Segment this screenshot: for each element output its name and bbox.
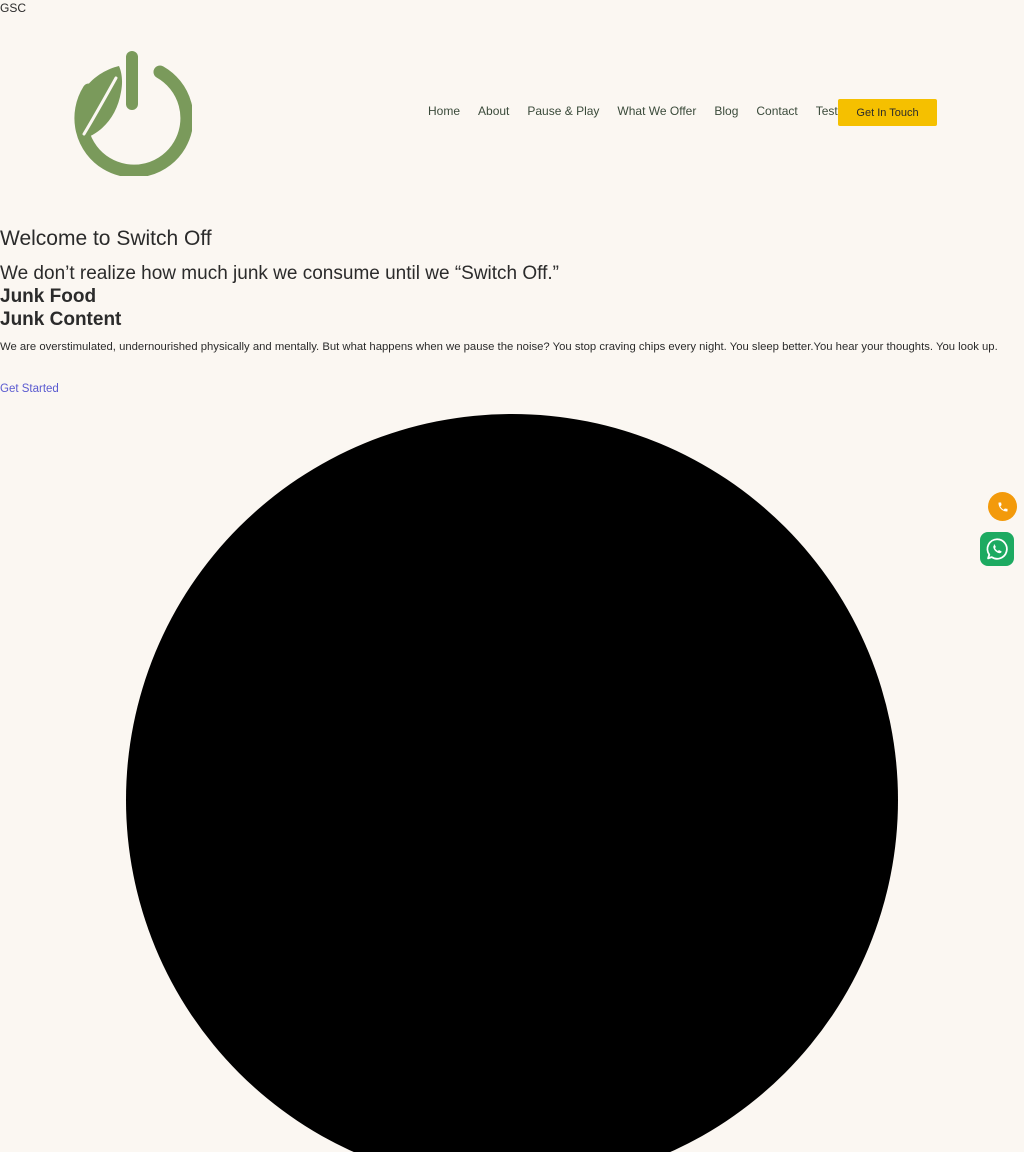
nav-home[interactable]: Home <box>428 104 460 118</box>
nav-what-we-offer[interactable]: What We Offer <box>617 104 696 118</box>
phone-icon <box>998 502 1007 511</box>
hero-subtitle: We don’t realize how much junk we consum… <box>0 263 559 284</box>
get-in-touch-button[interactable]: Get In Touch <box>838 99 937 126</box>
power-leaf-icon[interactable] <box>72 48 192 176</box>
nav-about[interactable]: About <box>478 104 509 118</box>
hero-title: Welcome to Switch Off <box>0 227 212 250</box>
whatsapp-button[interactable] <box>980 532 1014 566</box>
nav-test[interactable]: Test <box>816 104 838 118</box>
junk-food-heading: Junk Food <box>0 286 97 307</box>
hero-subtitle-block: We don’t realize how much junk we consum… <box>0 262 559 331</box>
nav-pause-play[interactable]: Pause & Play <box>527 104 599 118</box>
whatsapp-icon <box>986 538 1008 560</box>
phone-button[interactable] <box>988 492 1017 521</box>
main-nav: Home About Pause & Play What We Offer Bl… <box>428 104 856 118</box>
hero-shape <box>126 414 898 1152</box>
nav-contact[interactable]: Contact <box>756 104 797 118</box>
hero-description: We are overstimulated, undernourished ph… <box>0 341 998 353</box>
nav-blog[interactable]: Blog <box>714 104 738 118</box>
site-tag: GSC <box>0 1 27 15</box>
junk-content-heading: Junk Content <box>0 309 122 330</box>
get-started-link[interactable]: Get Started <box>0 383 59 395</box>
